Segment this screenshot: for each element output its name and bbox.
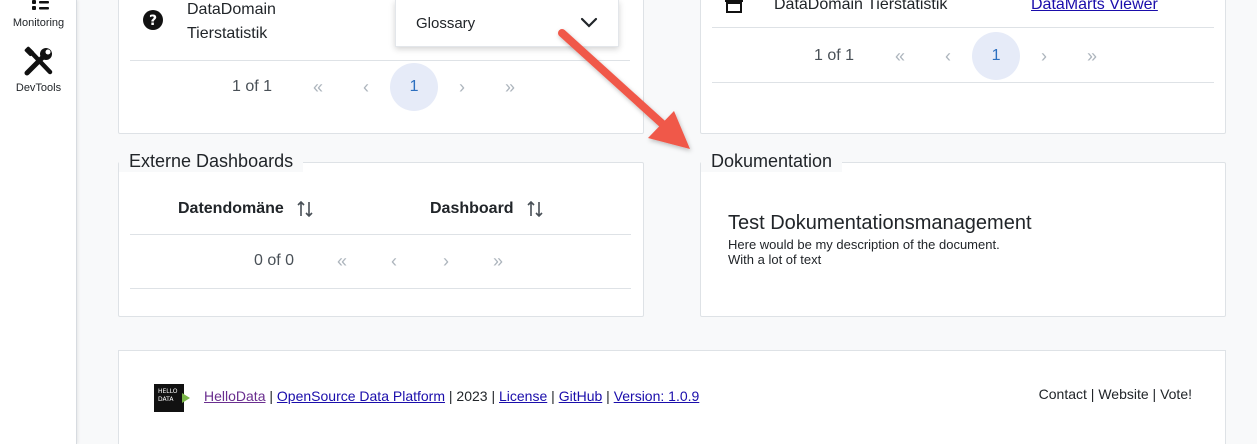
page-1-button[interactable]: 1 <box>390 63 439 111</box>
contact-link[interactable]: Contact <box>1039 386 1087 402</box>
svg-text:?: ? <box>149 13 157 29</box>
dropdown-label: Glossary <box>416 14 476 32</box>
last-page-button[interactable]: » <box>486 63 534 111</box>
column-header-dashboard[interactable]: Dashboard <box>430 199 544 219</box>
document-description: Here would be my description of the docu… <box>728 237 1000 252</box>
divider <box>712 27 1214 28</box>
external-dashboards-title: Externe Dashboards <box>119 151 304 172</box>
divider <box>130 234 631 235</box>
platform-link[interactable]: OpenSource Data Platform <box>277 388 445 404</box>
sidebar-item-devtools[interactable]: DevTools <box>0 45 77 94</box>
last-page-button[interactable]: » <box>472 237 524 285</box>
version-link[interactable]: Version: 1.0.9 <box>614 388 700 404</box>
datamart-icon <box>725 0 743 13</box>
paginator: 0 of 0 « ‹ › » <box>254 237 524 285</box>
document-title: Test Dokumentationsmanagement <box>728 212 1032 234</box>
datadomain-row-label: DataDomain Tierstatistik <box>187 1 276 42</box>
last-page-button[interactable]: » <box>1068 32 1116 80</box>
sidebar-item-label: DevTools <box>15 82 62 94</box>
website-link[interactable]: Website <box>1098 386 1148 402</box>
next-page-button[interactable]: › <box>1020 32 1068 80</box>
first-page-button[interactable]: « <box>294 63 342 111</box>
sidebar-item-label: Monitoring <box>12 17 65 29</box>
footer: HELLO DATA HelloData | OpenSource Data P… <box>118 350 1226 444</box>
prev-page-button[interactable]: ‹ <box>924 32 972 80</box>
first-page-button[interactable]: « <box>316 237 368 285</box>
sidebar-item-monitoring[interactable]: Monitoring <box>0 0 77 29</box>
footer-links: HelloData | OpenSource Data Platform | 2… <box>204 388 700 404</box>
prev-page-button[interactable]: ‹ <box>342 63 390 111</box>
next-page-button[interactable]: › <box>420 237 472 285</box>
github-link[interactable]: GitHub <box>559 388 603 404</box>
license-link[interactable]: License <box>499 388 547 404</box>
paginator: 1 of 1 « ‹ 1 › » <box>814 32 1116 80</box>
column-header-datendomaene[interactable]: Datendomäne <box>178 199 314 219</box>
tools-icon <box>24 46 52 76</box>
next-page-button[interactable]: › <box>438 63 486 111</box>
divider <box>130 288 631 289</box>
page-count: 1 of 1 <box>232 78 273 95</box>
hellodata-link[interactable]: HelloData <box>204 388 265 404</box>
page-count: 0 of 0 <box>254 252 295 269</box>
monitoring-icon <box>31 0 49 10</box>
first-page-button[interactable]: « <box>876 32 924 80</box>
vote-link[interactable]: Vote! <box>1160 386 1192 402</box>
page-count: 1 of 1 <box>814 47 855 64</box>
document-description: With a lot of text <box>728 252 822 267</box>
footer-right-links: Contact | Website | Vote! <box>1038 386 1192 402</box>
documentation-title: Dokumentation <box>701 151 843 172</box>
hellodata-logo: HELLO DATA <box>154 384 190 412</box>
footer-year: 2023 <box>456 388 488 404</box>
prev-page-button[interactable]: ‹ <box>368 237 420 285</box>
datamarts-viewer-link[interactable]: DataMarts Viewer <box>1031 0 1158 14</box>
sort-icon <box>297 200 313 218</box>
help-icon: ? <box>143 10 163 30</box>
datamart-row-label: DataDomain Tierstatistik <box>774 0 948 13</box>
sidebar: Monitoring DevTools <box>0 0 77 444</box>
annotation-arrow <box>558 29 690 149</box>
paginator: 1 of 1 « ‹ 1 › » <box>232 63 534 111</box>
page-1-button[interactable]: 1 <box>972 32 1021 80</box>
sort-icon <box>527 200 543 218</box>
divider <box>712 82 1214 83</box>
